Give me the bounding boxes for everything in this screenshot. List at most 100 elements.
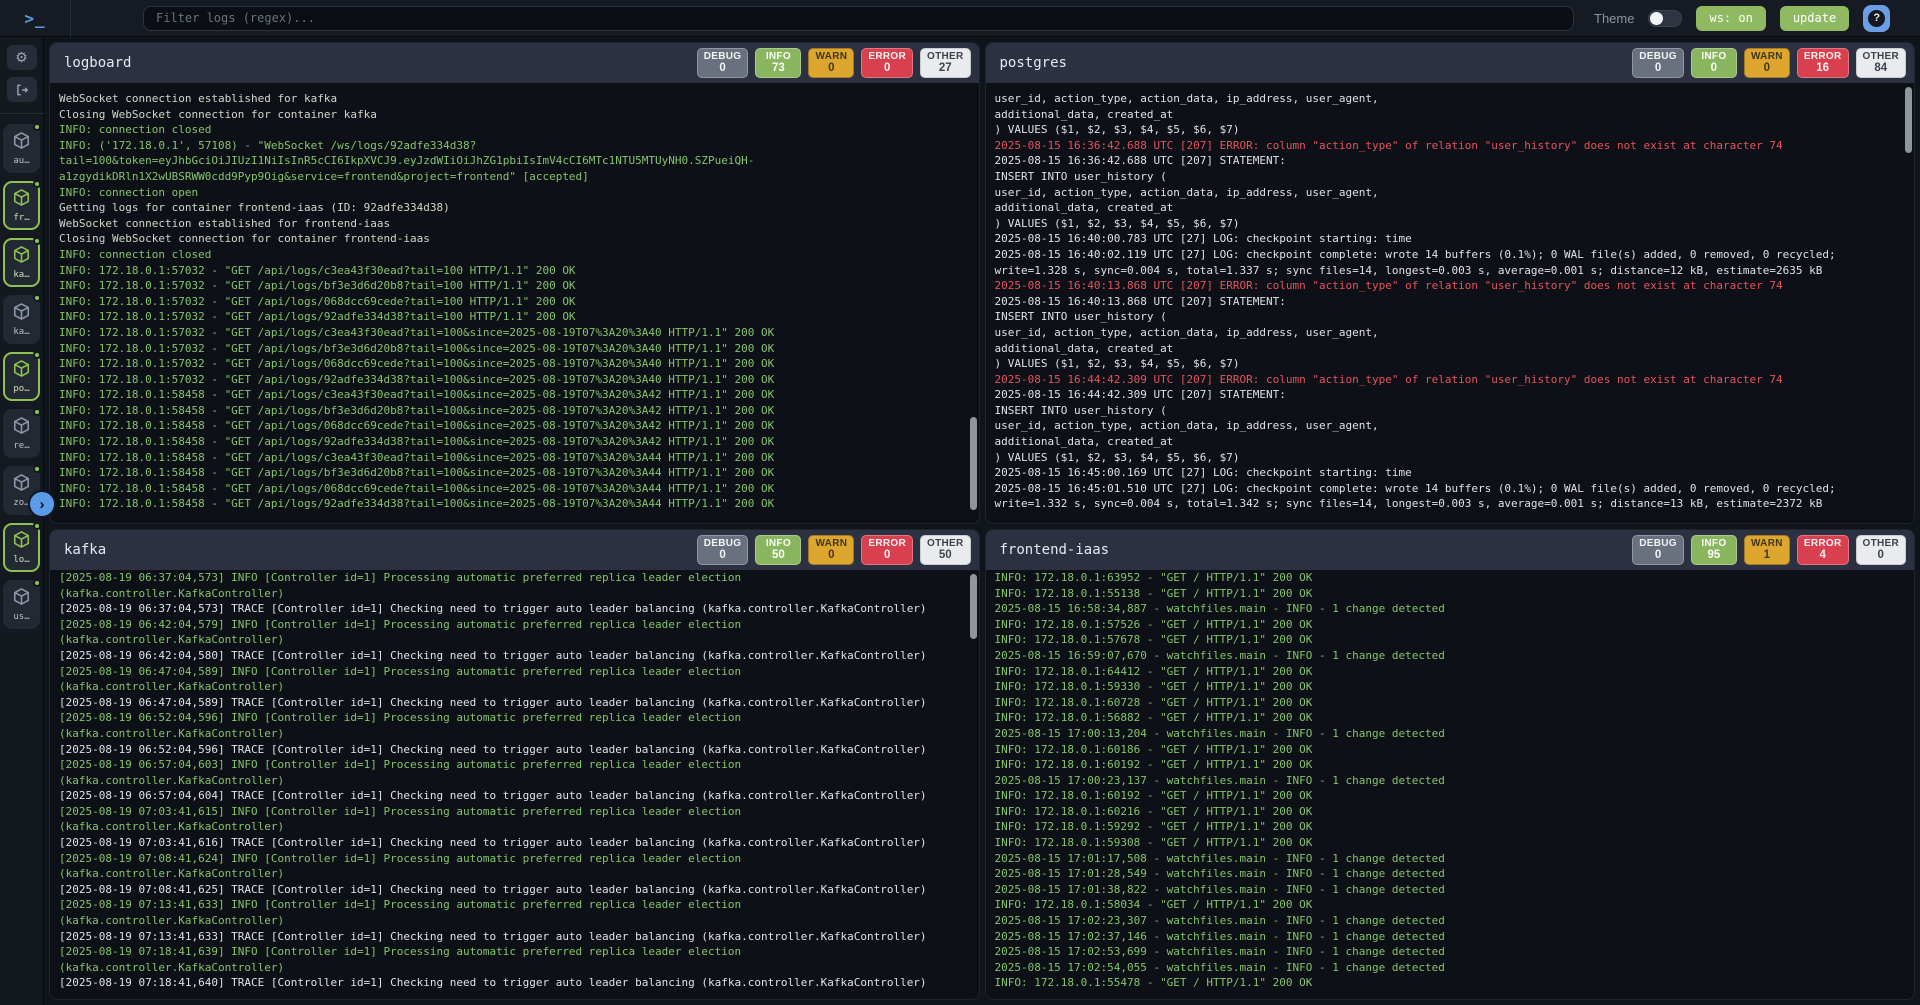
badge-debug[interactable]: DEBUG0	[1632, 535, 1684, 565]
log-line: INFO: 172.18.0.1:58458 - "GET /api/logs/…	[59, 418, 971, 434]
container-cube-icon	[12, 302, 31, 325]
panel-frontend-iaas: frontend-iaasDEBUG0INFO95WARN1ERROR4OTHE…	[985, 529, 1916, 1000]
logout-icon	[15, 83, 29, 97]
help-button[interactable]: ?	[1863, 5, 1890, 32]
scrollbar-thumb[interactable]	[1905, 87, 1912, 153]
scrollbar-thumb[interactable]	[970, 574, 977, 638]
log-line: 2025-08-15 16:44:42.309 UTC [207] STATEM…	[995, 387, 1907, 403]
theme-label: Theme	[1594, 11, 1634, 26]
badge-error[interactable]: ERROR0	[861, 535, 913, 565]
log-line: 2025-08-15 17:02:37,146 - watchfiles.mai…	[995, 929, 1907, 945]
sidebar-item-ka-2[interactable]: ka…	[3, 238, 40, 287]
container-cube-icon	[12, 416, 31, 439]
badge-label: ERROR	[868, 51, 906, 62]
log-line: ) VALUES ($1, $2, $3, $4, $5, $6, $7)	[995, 122, 1907, 138]
container-cube-icon	[12, 245, 31, 264]
sidebar-item-label: ka…	[13, 327, 29, 337]
badge-count: 0	[1751, 62, 1783, 74]
badge-label: DEBUG	[1639, 51, 1677, 62]
log-line: [2025-08-19 07:03:41,616] TRACE [Control…	[59, 835, 971, 851]
sidebar-divider	[0, 113, 44, 114]
log-line: ) VALUES ($1, $2, $3, $4, $5, $6, $7)	[995, 450, 1907, 466]
log-line: (kafka.controller.KafkaController)	[59, 819, 971, 835]
log-line: 2025-08-15 16:40:02.119 UTC [27] LOG: ch…	[995, 247, 1907, 263]
sidebar-item-ka-3[interactable]: ka…	[3, 295, 40, 344]
badge-other[interactable]: OTHER27	[920, 48, 971, 78]
sidebar-item-label: re…	[13, 441, 29, 451]
sidebar-item-us-8[interactable]: us…	[3, 580, 40, 629]
websocket-status-button[interactable]: ws: on	[1696, 6, 1765, 31]
log-output-kafka[interactable]: [2025-08-19 06:37:04,573] INFO [Controll…	[50, 570, 979, 999]
badge-debug[interactable]: DEBUG0	[1632, 48, 1684, 78]
log-line: INSERT INTO user_history (	[995, 169, 1907, 185]
log-line: 2025-08-15 16:40:13.868 UTC [207] ERROR:…	[995, 278, 1907, 294]
log-line: INFO: 172.18.0.1:59308 - "GET / HTTP/1.1…	[995, 835, 1907, 851]
badge-info[interactable]: INFO0	[1691, 48, 1737, 78]
badge-label: ERROR	[1804, 51, 1842, 62]
log-line: user_id, action_type, action_data, ip_ad…	[995, 325, 1907, 341]
badge-warn[interactable]: WARN1	[1744, 535, 1790, 565]
badge-warn[interactable]: WARN0	[808, 535, 854, 565]
sidebar-item-po-4[interactable]: po…	[3, 352, 40, 401]
logout-button[interactable]	[7, 77, 37, 102]
log-line: 2025-08-15 17:02:54,055 - watchfiles.mai…	[995, 960, 1907, 976]
badge-error[interactable]: ERROR16	[1797, 48, 1849, 78]
badge-label: WARN	[1751, 538, 1783, 549]
badge-count: 95	[1698, 549, 1730, 561]
sidebar-item-fr-1[interactable]: fr…	[3, 181, 40, 230]
log-line: INFO: 172.18.0.1:59292 - "GET / HTTP/1.1…	[995, 819, 1907, 835]
badge-info[interactable]: INFO73	[755, 48, 801, 78]
log-line: INFO: 172.18.0.1:57032 - "GET /api/logs/…	[59, 294, 971, 310]
badge-other[interactable]: OTHER50	[920, 535, 971, 565]
badge-label: INFO	[762, 51, 794, 62]
log-line: INFO: connection open	[59, 185, 971, 201]
panel-header-logboard: logboardDEBUG0INFO73WARN0ERROR0OTHER27	[50, 43, 979, 83]
sidebar-item-lo-7[interactable]: lo…	[3, 523, 40, 572]
badge-other[interactable]: OTHER84	[1856, 48, 1907, 78]
container-cube-icon	[12, 131, 31, 154]
log-line: [2025-08-19 07:18:41,639] INFO [Controll…	[59, 944, 971, 960]
log-line: INFO: ('172.18.0.1', 57108) - "WebSocket…	[59, 138, 971, 154]
badge-count: 0	[815, 549, 847, 561]
panel-header-frontend-iaas: frontend-iaasDEBUG0INFO95WARN1ERROR4OTHE…	[986, 530, 1915, 570]
log-line: 2025-08-15 16:58:34,887 - watchfiles.mai…	[995, 601, 1907, 617]
log-line: INSERT INTO user_history (	[995, 403, 1907, 419]
badge-debug[interactable]: DEBUG0	[697, 535, 749, 565]
sidebar: ⚙ au…fr…ka…ka…po…re…zo…lo…us…	[0, 37, 44, 1005]
log-line: [2025-08-19 06:37:04,573] INFO [Controll…	[59, 570, 971, 586]
theme-toggle-knob	[1650, 12, 1663, 25]
log-line: INFO: 172.18.0.1:57032 - "GET /api/logs/…	[59, 325, 971, 341]
sidebar-item-au-0[interactable]: au…	[3, 124, 40, 173]
sidebar-item-re-5[interactable]: re…	[3, 409, 40, 458]
log-output-frontend-iaas[interactable]: INFO: 172.18.0.1:63952 - "GET / HTTP/1.1…	[986, 570, 1915, 999]
badge-label: WARN	[1751, 51, 1783, 62]
sidebar-expand-button[interactable]: ›	[28, 490, 56, 518]
sidebar-item-label: po…	[13, 384, 29, 394]
log-line: INFO: 172.18.0.1:56882 - "GET / HTTP/1.1…	[995, 710, 1907, 726]
badge-count: 16	[1804, 62, 1842, 74]
log-line: 2025-08-15 16:59:07,670 - watchfiles.mai…	[995, 648, 1907, 664]
badge-debug[interactable]: DEBUG0	[697, 48, 749, 78]
panel-header-kafka: kafkaDEBUG0INFO50WARN0ERROR0OTHER50	[50, 530, 979, 570]
settings-button[interactable]: ⚙	[7, 45, 37, 70]
log-line: 2025-08-15 17:02:23,307 - watchfiles.mai…	[995, 913, 1907, 929]
badge-info[interactable]: INFO95	[1691, 535, 1737, 565]
badge-warn[interactable]: WARN0	[808, 48, 854, 78]
badge-warn[interactable]: WARN0	[1744, 48, 1790, 78]
log-output-postgres[interactable]: user_id, action_type, action_data, ip_ad…	[986, 83, 1915, 523]
filter-logs-input[interactable]	[143, 6, 1574, 31]
update-button[interactable]: update	[1780, 6, 1849, 31]
badge-label: INFO	[1698, 538, 1730, 549]
scrollbar-thumb[interactable]	[970, 417, 977, 509]
badge-error[interactable]: ERROR0	[861, 48, 913, 78]
badge-count: 0	[1639, 62, 1677, 74]
log-line: ) VALUES ($1, $2, $3, $4, $5, $6, $7)	[995, 216, 1907, 232]
badge-count: 1	[1751, 549, 1783, 561]
theme-toggle[interactable]	[1648, 10, 1682, 27]
badge-error[interactable]: ERROR4	[1797, 535, 1849, 565]
log-line: additional_data, created_at	[995, 341, 1907, 357]
log-line: INFO: 172.18.0.1:60186 - "GET / HTTP/1.1…	[995, 742, 1907, 758]
badge-info[interactable]: INFO50	[755, 535, 801, 565]
badge-other[interactable]: OTHER0	[1856, 535, 1907, 565]
log-output-logboard[interactable]: WebSocket connection established for kaf…	[50, 83, 979, 523]
